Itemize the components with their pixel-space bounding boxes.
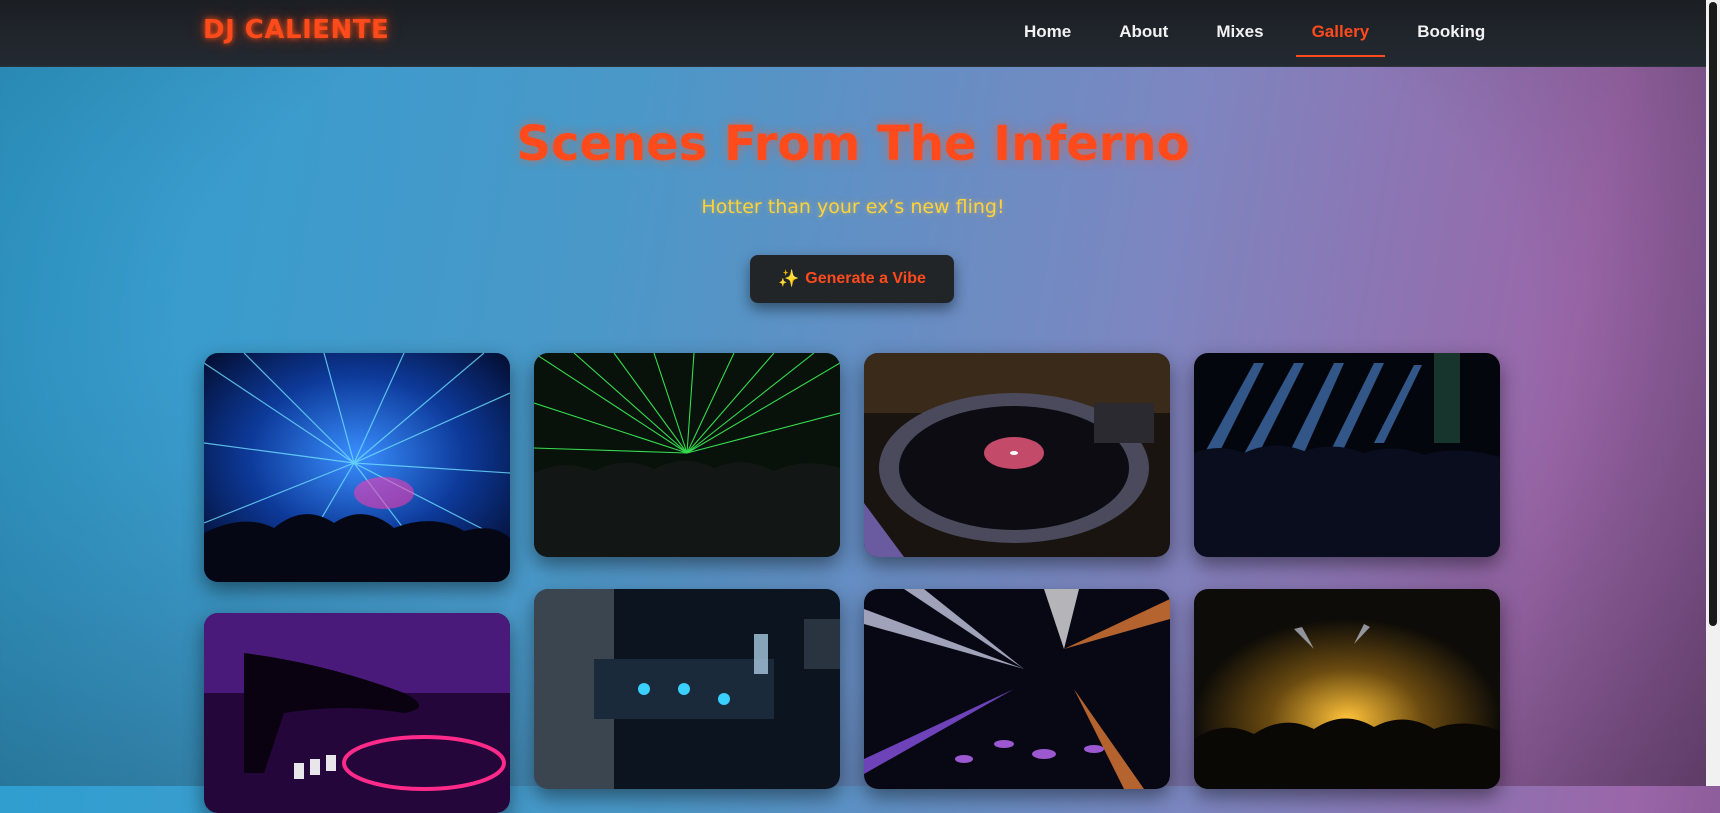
nav-about[interactable]: About	[1095, 0, 1192, 66]
gallery-image-dj-booth[interactable]	[534, 589, 840, 789]
generate-vibe-label: Generate a Vibe	[805, 270, 926, 287]
spotlights-photo	[1194, 353, 1500, 557]
gallery-image-beams[interactable]	[864, 589, 1170, 789]
purple-dj-photo	[204, 613, 510, 813]
green-lasers-photo	[534, 353, 840, 557]
nav-mixes[interactable]: Mixes	[1192, 0, 1287, 66]
nav-booking[interactable]: Booking	[1393, 0, 1509, 66]
golden-crowd-photo	[1194, 589, 1500, 789]
main-nav: Home About Mixes Gallery Booking	[1000, 0, 1509, 66]
gallery-image-green-lasers[interactable]	[534, 353, 840, 557]
gallery-image-turntable[interactable]	[864, 353, 1170, 557]
gallery-image-blue-lasers[interactable]	[204, 353, 510, 582]
page-subtitle: Hotter than your ex’s new fling!	[701, 196, 1005, 218]
site-logo[interactable]: DJ CALIENTE	[203, 15, 389, 45]
beams-photo	[864, 589, 1170, 789]
page-scrollbar[interactable]	[1706, 0, 1720, 786]
blue-lasers-photo	[204, 353, 510, 582]
gallery-image-spotlights[interactable]	[1194, 353, 1500, 557]
nav-gallery[interactable]: Gallery	[1288, 0, 1394, 66]
scrollbar-thumb[interactable]	[1709, 2, 1717, 626]
navbar: DJ CALIENTE Home About Mixes Gallery Boo…	[0, 0, 1706, 67]
turntable-photo	[864, 353, 1170, 557]
sparkles-icon: ✨	[778, 269, 800, 288]
nav-home[interactable]: Home	[1000, 0, 1095, 66]
gallery-image-golden-crowd[interactable]	[1194, 589, 1500, 789]
page-title: Scenes From The Inferno	[516, 116, 1190, 172]
gallery-image-purple-dj[interactable]	[204, 613, 510, 813]
generate-vibe-button[interactable]: ✨ Generate a Vibe	[750, 255, 954, 303]
dj-booth-photo	[534, 589, 840, 789]
